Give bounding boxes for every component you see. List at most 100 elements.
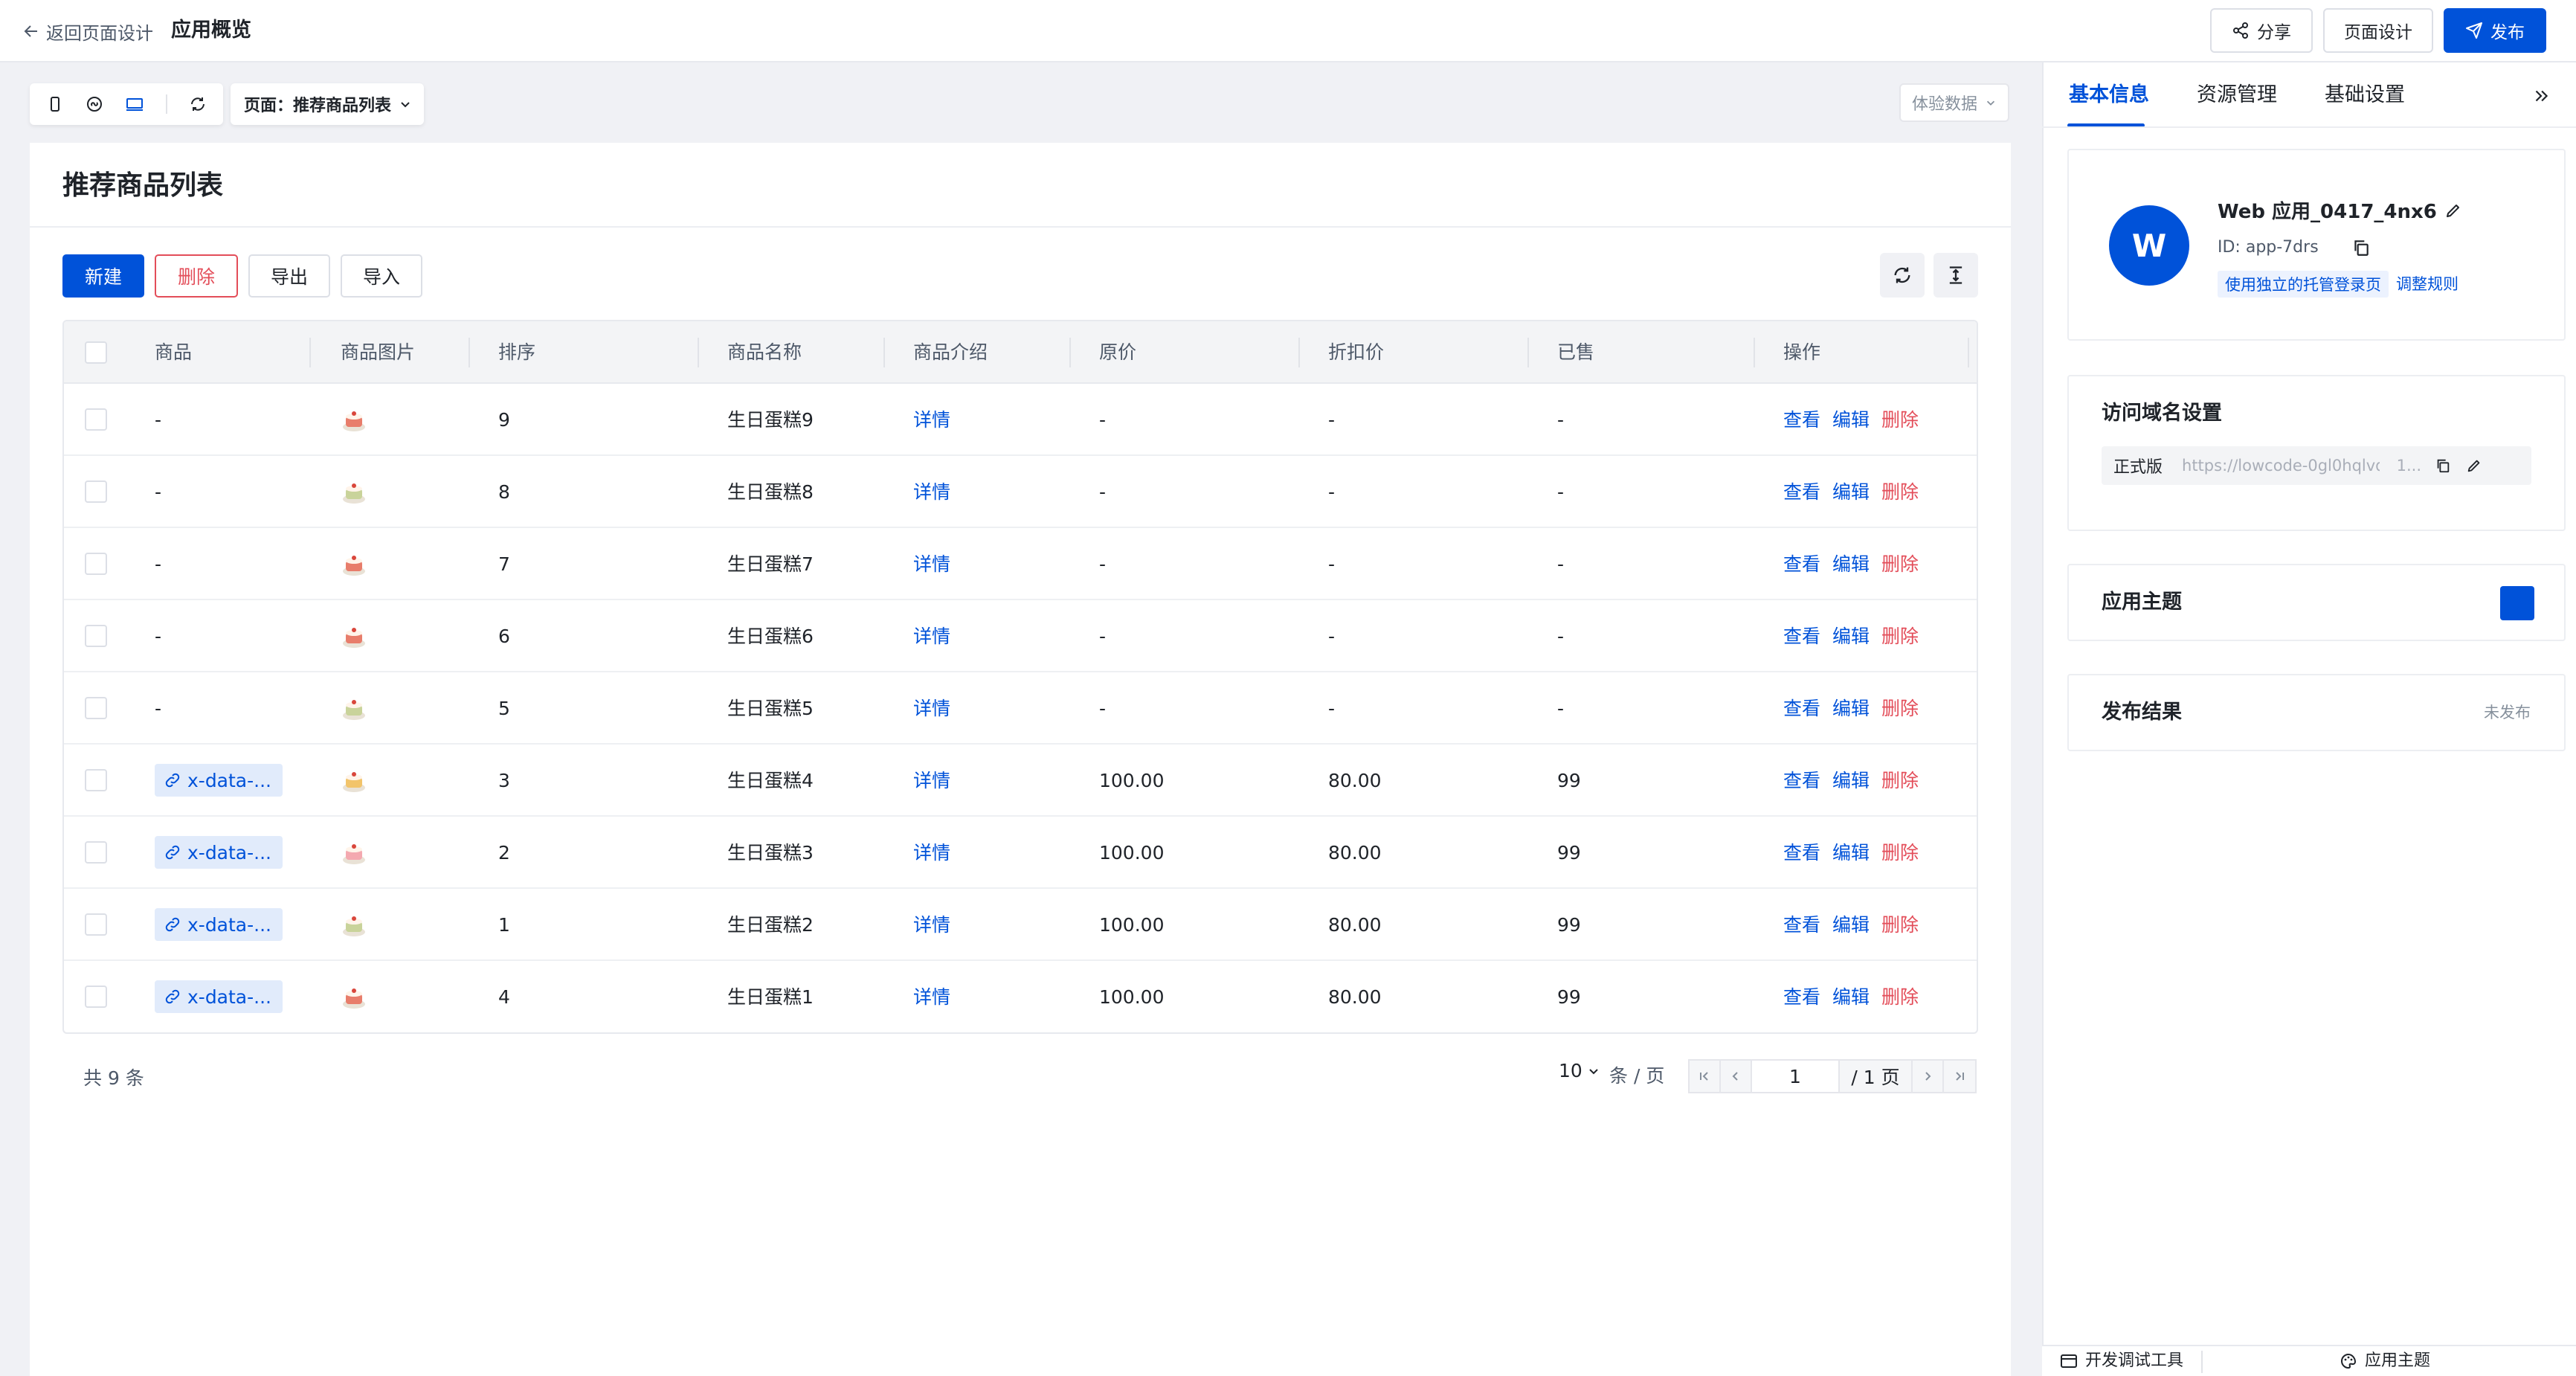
- product-tag[interactable]: x-data-...: [155, 764, 283, 797]
- tab-basic-info[interactable]: 基本信息: [2069, 79, 2149, 112]
- page-design-button[interactable]: 页面设计: [2323, 8, 2433, 53]
- refresh-icon[interactable]: [189, 95, 207, 113]
- delete-button[interactable]: 删除: [155, 254, 238, 298]
- page-number-input[interactable]: 1: [1751, 1059, 1840, 1093]
- page-size-select[interactable]: 10: [1559, 1060, 1600, 1081]
- row-checkbox[interactable]: [85, 408, 107, 431]
- detail-link[interactable]: 详情: [913, 672, 950, 745]
- edit-link[interactable]: 编辑: [1832, 456, 1870, 528]
- price-cell: 100.00: [1099, 770, 1165, 791]
- view-link[interactable]: 查看: [1783, 817, 1820, 889]
- row-checkbox[interactable]: [85, 625, 107, 647]
- view-link[interactable]: 查看: [1783, 745, 1820, 817]
- collapse-panel-icon[interactable]: [2531, 86, 2551, 106]
- share-button[interactable]: 分享: [2210, 8, 2313, 53]
- row-height-button[interactable]: [1933, 253, 1978, 298]
- edit-link[interactable]: 编辑: [1832, 600, 1870, 672]
- chevron-down-icon: [401, 102, 410, 108]
- column-separator: [1754, 338, 1755, 367]
- view-link[interactable]: 查看: [1783, 456, 1820, 528]
- export-button[interactable]: 导出: [248, 254, 330, 298]
- column-separator: [468, 338, 470, 367]
- view-link[interactable]: 查看: [1783, 889, 1820, 961]
- row-checkbox[interactable]: [85, 697, 107, 719]
- miniprogram-view-icon[interactable]: [86, 95, 103, 113]
- app-name-row: Web 应用_0417_4nx6: [2218, 196, 2462, 224]
- edit-link[interactable]: 编辑: [1832, 889, 1870, 961]
- view-link[interactable]: 查看: [1783, 961, 1820, 1032]
- delete-link[interactable]: 删除: [1881, 745, 1919, 817]
- adjust-rules-link[interactable]: 调整规则: [2396, 272, 2459, 296]
- delete-link[interactable]: 删除: [1881, 600, 1919, 672]
- app-theme-footer-button[interactable]: 应用主题: [2340, 1348, 2430, 1375]
- row-checkbox[interactable]: [85, 769, 107, 791]
- delete-link[interactable]: 删除: [1881, 672, 1919, 745]
- theme-color-swatch[interactable]: [2500, 586, 2534, 620]
- edit-link[interactable]: 编辑: [1832, 961, 1870, 1032]
- row-checkbox[interactable]: [85, 986, 107, 1008]
- row-checkbox[interactable]: [85, 480, 107, 503]
- mobile-view-icon[interactable]: [46, 95, 64, 113]
- detail-link[interactable]: 详情: [913, 961, 950, 1032]
- dev-tools-button[interactable]: 开发调试工具: [2060, 1348, 2183, 1375]
- row-checkbox[interactable]: [85, 841, 107, 864]
- row-checkbox[interactable]: [85, 913, 107, 936]
- last-page-button[interactable]: [1942, 1059, 1977, 1093]
- name-cell: 生日蛋糕5: [727, 698, 814, 719]
- experience-data-select[interactable]: 体验数据: [1899, 83, 2009, 122]
- domain-settings-title: 访问域名设置: [2102, 402, 2222, 425]
- first-page-button[interactable]: [1688, 1059, 1721, 1093]
- edit-icon[interactable]: [2466, 457, 2482, 474]
- edit-link[interactable]: 编辑: [1832, 817, 1870, 889]
- edit-icon[interactable]: [2444, 202, 2462, 219]
- app-title: 应用概览: [171, 19, 251, 42]
- edit-link[interactable]: 编辑: [1832, 384, 1870, 456]
- view-link[interactable]: 查看: [1783, 384, 1820, 456]
- detail-link[interactable]: 详情: [913, 600, 950, 672]
- next-page-button[interactable]: [1911, 1059, 1944, 1093]
- delete-link[interactable]: 删除: [1881, 456, 1919, 528]
- prev-page-button[interactable]: [1719, 1059, 1752, 1093]
- row-checkbox[interactable]: [85, 553, 107, 575]
- detail-link[interactable]: 详情: [913, 528, 950, 600]
- tab-basic-settings[interactable]: 基础设置: [2325, 79, 2405, 112]
- select-all-checkbox[interactable]: [85, 341, 107, 364]
- copy-icon[interactable]: [2351, 238, 2371, 257]
- edit-link[interactable]: 编辑: [1832, 672, 1870, 745]
- copy-icon[interactable]: [2435, 457, 2451, 474]
- detail-link[interactable]: 详情: [913, 817, 950, 889]
- product-tag[interactable]: x-data-...: [155, 836, 283, 869]
- page-selector[interactable]: 页面：推荐商品列表: [231, 83, 424, 125]
- desktop-view-icon[interactable]: [125, 95, 144, 113]
- detail-link[interactable]: 详情: [913, 384, 950, 456]
- edit-link[interactable]: 编辑: [1832, 528, 1870, 600]
- detail-link[interactable]: 详情: [913, 456, 950, 528]
- sort-cell: 2: [498, 842, 510, 864]
- total-count: 共 9 条: [83, 1067, 144, 1089]
- delete-link[interactable]: 删除: [1881, 817, 1919, 889]
- discount-cell: 80.00: [1328, 986, 1382, 1008]
- delete-link[interactable]: 删除: [1881, 384, 1919, 456]
- product-tag[interactable]: x-data-...: [155, 980, 283, 1013]
- last-page-icon: [1956, 1072, 1964, 1081]
- table-row: - 8 生日蛋糕8 详情 - - - 查看 编辑 删除: [64, 456, 1977, 528]
- delete-link[interactable]: 删除: [1881, 961, 1919, 1032]
- cake-image-icon: [341, 840, 367, 866]
- view-link[interactable]: 查看: [1783, 672, 1820, 745]
- back-to-page-design[interactable]: 返回页面设计: [22, 16, 153, 46]
- publish-button[interactable]: 发布: [2444, 8, 2546, 53]
- product-tag[interactable]: x-data-...: [155, 908, 283, 941]
- detail-link[interactable]: 详情: [913, 889, 950, 961]
- delete-link[interactable]: 删除: [1881, 889, 1919, 961]
- column-separator: [309, 338, 311, 367]
- new-button[interactable]: 新建: [62, 254, 144, 298]
- delete-link[interactable]: 删除: [1881, 528, 1919, 600]
- tab-resources[interactable]: 资源管理: [2197, 79, 2277, 112]
- view-link[interactable]: 查看: [1783, 600, 1820, 672]
- view-link[interactable]: 查看: [1783, 528, 1820, 600]
- price-cell: -: [1099, 698, 1107, 719]
- edit-link[interactable]: 编辑: [1832, 745, 1870, 817]
- detail-link[interactable]: 详情: [913, 745, 950, 817]
- import-button[interactable]: 导入: [341, 254, 422, 298]
- table-refresh-button[interactable]: [1880, 253, 1925, 298]
